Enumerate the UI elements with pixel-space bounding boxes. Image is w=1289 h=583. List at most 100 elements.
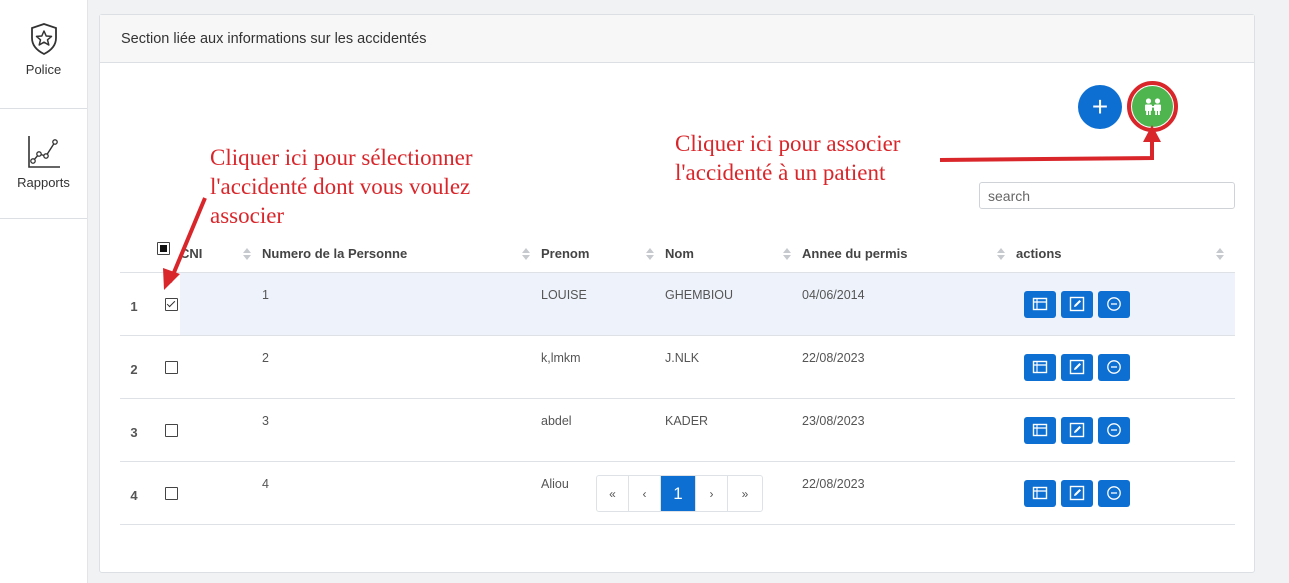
column-label: Prenom [541,246,590,261]
annotation-line: Cliquer ici pour sélectionner [210,145,473,170]
annotation-line: l'accidenté dont vous voulez [210,174,471,199]
plus-icon: + [1091,91,1109,122]
cell-annee: 04/06/2014 [802,272,1016,336]
sort-icon[interactable] [646,248,655,260]
remove-button[interactable] [1098,416,1130,444]
cell-cni [180,398,262,462]
cell-numero: 3 [262,398,541,462]
associate-patient-button[interactable] [1132,86,1173,127]
shield-star-icon [30,23,57,56]
row-index: 2 [120,335,148,399]
sidebar-item-label: Police [25,62,62,77]
sidebar-divider [0,108,87,109]
remove-icon [1107,422,1121,437]
archive-icon [1032,297,1048,310]
cell-cni [180,272,262,336]
sidebar-item-label: Rapports [17,175,70,190]
header-prenom[interactable]: Prenom [541,235,665,273]
cell-actions [1016,461,1235,525]
column-label: CNI [180,246,203,261]
cell-prenom: k,lmkm [541,335,665,399]
remove-icon [1107,359,1121,374]
associate-hint-annotation: Cliquer ici pour associer l'accidenté à … [675,129,900,187]
accidents-card: Section liée aux informations sur les ac… [99,14,1255,573]
cell-actions [1016,272,1235,336]
sort-icon[interactable] [783,248,792,260]
archive-icon [1032,423,1048,436]
annotation-line: associer [210,203,285,228]
remove-button[interactable] [1098,479,1130,507]
column-label: Nom [665,246,694,261]
archive-icon [1032,360,1048,373]
sort-icon[interactable] [997,248,1006,260]
sidebar-divider [0,218,87,219]
edit-button[interactable] [1061,416,1093,444]
line-chart-icon [27,136,60,168]
cell-nom: GHEMBIOU [665,272,802,336]
page-next-button[interactable]: › [696,476,728,511]
sort-icon[interactable] [1216,248,1225,260]
select-hint-annotation: Cliquer ici pour sélectionner l'accident… [210,143,473,230]
table-row[interactable]: 3 3 abdel KADER 23/08/2023 [120,398,1235,462]
cell-actions [1016,335,1235,399]
people-icon [1144,97,1161,115]
row-checkbox[interactable] [165,424,178,438]
header-index [120,235,148,273]
cell-actions [1016,398,1235,462]
search-input[interactable] [979,182,1235,209]
sort-icon[interactable] [243,248,252,260]
remove-button[interactable] [1098,290,1130,318]
archive-button[interactable] [1024,479,1056,507]
column-label: Annee du permis [802,246,908,261]
cell-annee: 23/08/2023 [802,398,1016,462]
header-cni[interactable]: CNI [180,235,262,273]
cell-prenom: abdel [541,398,665,462]
row-checkbox[interactable] [165,361,178,375]
archive-button[interactable] [1024,416,1056,444]
cell-annee: 22/08/2023 [802,461,1016,525]
select-all-checkbox[interactable] [157,242,170,256]
remove-button[interactable] [1098,353,1130,381]
column-label: actions [1016,246,1062,261]
sort-icon[interactable] [522,248,531,260]
header-actions[interactable]: actions [1016,235,1235,273]
edit-icon [1069,422,1085,437]
header-select-all [148,235,180,273]
edit-icon [1069,359,1085,374]
archive-button[interactable] [1024,290,1056,318]
cell-cni [180,335,262,399]
edit-icon [1069,485,1085,500]
header-annee[interactable]: Annee du permis [802,235,1016,273]
page-first-button[interactable]: « [597,476,629,511]
pagination: « ‹ 1 › » [596,475,763,512]
cell-numero: 1 [262,272,541,336]
cell-annee: 22/08/2023 [802,335,1016,399]
page-last-button[interactable]: » [728,476,762,511]
sidebar-item-police[interactable]: Police [0,22,87,77]
edit-button[interactable] [1061,479,1093,507]
row-checkbox[interactable] [165,298,178,312]
header-numero[interactable]: Numero de la Personne [262,235,541,273]
content-gutter [88,0,99,583]
cell-cni [180,461,262,525]
row-checkbox[interactable] [165,487,178,501]
table-row[interactable]: 2 2 k,lmkm J.NLK 22/08/2023 [120,335,1235,399]
remove-icon [1107,485,1121,500]
edit-icon [1069,296,1085,311]
edit-button[interactable] [1061,353,1093,381]
table-row[interactable]: 1 1 LOUISE GHEMBIOU 04/06/2014 [120,272,1235,336]
table-header-row: CNI Numero de la Personne Prenom Nom Ann… [120,235,1235,273]
sidebar: Police Rapports [0,0,88,583]
edit-button[interactable] [1061,290,1093,318]
archive-button[interactable] [1024,353,1056,381]
remove-icon [1107,296,1121,311]
row-index: 1 [120,272,148,336]
sidebar-item-rapports[interactable]: Rapports [0,134,87,190]
cell-numero: 4 [262,461,541,525]
add-button[interactable]: + [1078,85,1122,129]
page-prev-button[interactable]: ‹ [629,476,661,511]
header-nom[interactable]: Nom [665,235,802,273]
cell-numero: 2 [262,335,541,399]
cell-nom: KADER [665,398,802,462]
page-current-button[interactable]: 1 [661,476,696,511]
